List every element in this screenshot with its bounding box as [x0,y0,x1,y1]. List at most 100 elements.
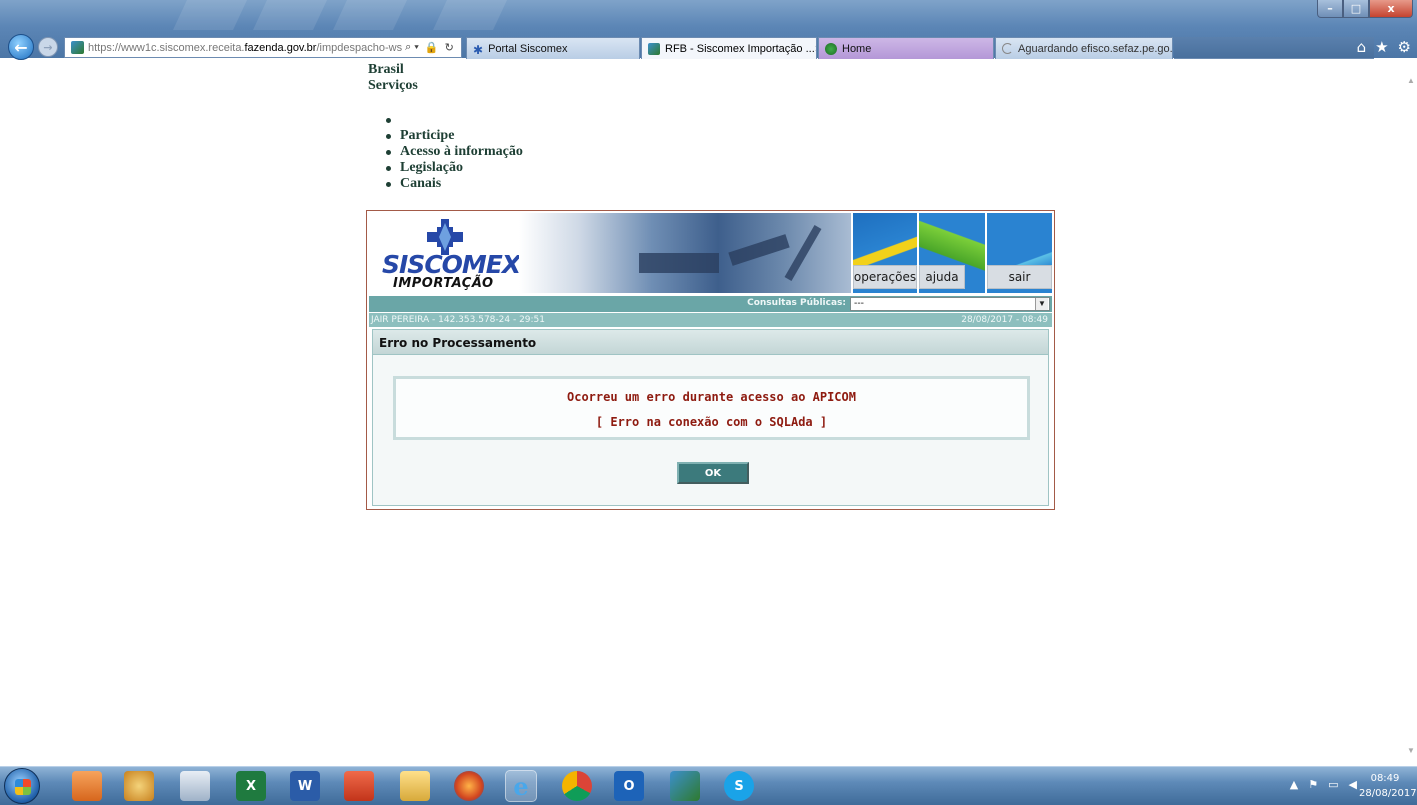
sair-button[interactable]: sair [987,265,1052,289]
chevron-down-icon[interactable]: ▼ [1035,298,1048,310]
consultas-select[interactable]: --- ▼ [850,297,1050,311]
calculator-icon[interactable] [180,771,210,801]
nav-ajuda-tile[interactable]: ajuda [919,213,985,293]
skype-icon[interactable]: S [724,771,754,801]
scroll-up-arrow-icon[interactable]: ▲ [1407,76,1417,86]
firefox-icon[interactable] [454,771,484,801]
nav-operacoes-tile[interactable]: operações [853,213,917,293]
excel-icon[interactable]: X [236,771,266,801]
start-button[interactable] [4,768,40,804]
rfb-favicon-icon [648,42,660,55]
refresh-icon[interactable]: ↻ [445,41,454,54]
ie-glyph: e [513,771,529,801]
paint-icon[interactable] [124,771,154,801]
gov-link-canais[interactable]: Canais [386,176,523,192]
error-detail: [ Erro na conexão com o SQLAda ] [595,415,828,429]
banner-photo [519,213,851,293]
internet-explorer-icon[interactable]: e [505,770,537,802]
gov-link-participe[interactable]: Participe [386,128,523,144]
operacoes-button[interactable]: operações [853,265,917,289]
search-dropdown-icon[interactable]: ⌕ ▾ [405,41,419,54]
tab-label: RFB - Siscomex Importação ... [665,42,815,55]
error-panel: Erro no Processamento Ocorreu um erro du… [372,329,1049,506]
network-icon[interactable]: ▭ [1328,778,1338,791]
window-controls: – □ x [1317,0,1413,18]
banner-photo-ship [639,253,719,273]
home-icon[interactable]: ⌂ [1357,38,1367,56]
siscomex-app-icon[interactable] [670,771,700,801]
logo-importacao-text: IMPORTAÇÃO [393,276,494,291]
error-message-box: Ocorreu um erro durante acesso ao APICOM… [393,376,1030,440]
titlebar-decoration [333,0,407,30]
chrome-icon[interactable] [562,771,592,801]
gov-link-empty[interactable] [386,112,523,128]
user-info-bar: JAIR PEREIRA - 142.353.578-24 - 29:51 28… [369,313,1052,327]
browser-toolbar-icons: ⌂ ★ ⚙ [1357,38,1411,56]
tab-label: Aguardando efisco.sefaz.pe.go... [1018,42,1173,55]
system-tray: ▲ ⚑ ▭ ◀ [1290,778,1357,791]
browser-chrome: – □ x ← → https://www1c.siscomex.receita… [0,0,1417,60]
favorites-icon[interactable]: ★ [1375,38,1388,56]
url-prefix: https://www1c.siscomex.receita. [88,41,245,54]
nav-sair-tile[interactable]: sair [987,213,1052,293]
address-url: https://www1c.siscomex.receita.fazenda.g… [88,42,402,54]
site-favicon-icon [71,41,84,54]
address-bar[interactable]: https://www1c.siscomex.receita.fazenda.g… [64,37,462,58]
error-message: Ocorreu um erro durante acesso ao APICOM [567,390,856,404]
lock-icon[interactable]: 🔒 [425,41,439,54]
back-button[interactable]: ← [8,34,34,60]
minimize-button[interactable]: – [1317,0,1343,18]
titlebar-decoration [173,0,247,30]
ok-button[interactable]: OK [677,462,749,484]
cc-app-icon[interactable] [344,771,374,801]
tab-label: Home [842,42,872,55]
consultas-bar: Consultas Públicas: --- ▼ [369,296,1052,312]
taskbar: X W e O S ▲ ⚑ ▭ ◀ 08:49 28/08/2017 [0,766,1417,805]
screen: – □ x ← → https://www1c.siscomex.receita… [0,0,1417,805]
tab-label: Portal Siscomex [488,42,568,55]
outlook-express-icon[interactable] [72,771,102,801]
banner-photo-crane [784,225,822,281]
url-suffix: /impdespacho-ws [316,41,403,54]
tab-strip-empty[interactable] [1174,37,1374,59]
outlook-icon[interactable]: O [614,771,644,801]
siscomex-banner: SISCOMEX IMPORTAÇÃO operações ajuda sair [369,213,1052,295]
taskbar-clock[interactable]: 08:49 28/08/2017 [1359,771,1417,801]
tab-rfb-siscomex[interactable]: RFB - Siscomex Importação ... × [641,37,817,59]
tab-home[interactable]: Home [818,37,994,59]
siscomex-frame: SISCOMEX IMPORTAÇÃO operações ajuda sair… [366,210,1055,510]
gov-brasil-link[interactable]: Brasil [368,62,404,78]
gear-icon[interactable]: ⚙ [1398,38,1411,56]
close-tab-icon[interactable]: × [815,43,816,55]
portal-favicon-icon: ✱ [473,42,484,57]
show-hidden-icons-icon[interactable]: ▲ [1290,778,1298,791]
banner-photo-plane [728,234,790,266]
ajuda-button[interactable]: ajuda [919,265,965,289]
gov-servicos-link[interactable]: Serviços [368,78,418,94]
consultas-select-value: --- [854,298,864,309]
scroll-down-arrow-icon[interactable]: ▼ [1407,746,1417,756]
gov-link-legislacao[interactable]: Legislação [386,160,523,176]
clock-time: 08:49 [1370,773,1400,784]
consultas-label: Consultas Públicas: [747,298,846,308]
word-icon[interactable]: W [290,771,320,801]
tab-efisco[interactable]: Aguardando efisco.sefaz.pe.go... [995,37,1173,59]
loading-spinner-icon [1002,43,1013,54]
volume-icon[interactable]: ◀ [1349,778,1357,791]
gov-links-list: Participe Acesso à informação Legislação… [386,112,523,192]
session-datetime: 28/08/2017 - 08:49 [961,315,1048,325]
close-window-button[interactable]: x [1369,0,1413,18]
forward-button[interactable]: → [38,37,58,57]
folder-icon[interactable] [400,771,430,801]
titlebar-decoration [433,0,507,30]
gov-link-acesso-informacao[interactable]: Acesso à informação [386,144,523,160]
clock-date: 28/08/2017 [1359,788,1417,799]
url-domain: fazenda.gov.br [244,41,317,54]
logo-siscomex-text: SISCOMEX [382,250,521,279]
titlebar-decoration [253,0,327,30]
tab-portal-siscomex[interactable]: ✱ Portal Siscomex [466,37,640,59]
panel-title: Erro no Processamento [373,330,1048,355]
maximize-button[interactable]: □ [1343,0,1369,18]
home-favicon-icon [825,42,837,55]
action-center-flag-icon[interactable]: ⚑ [1308,778,1318,791]
